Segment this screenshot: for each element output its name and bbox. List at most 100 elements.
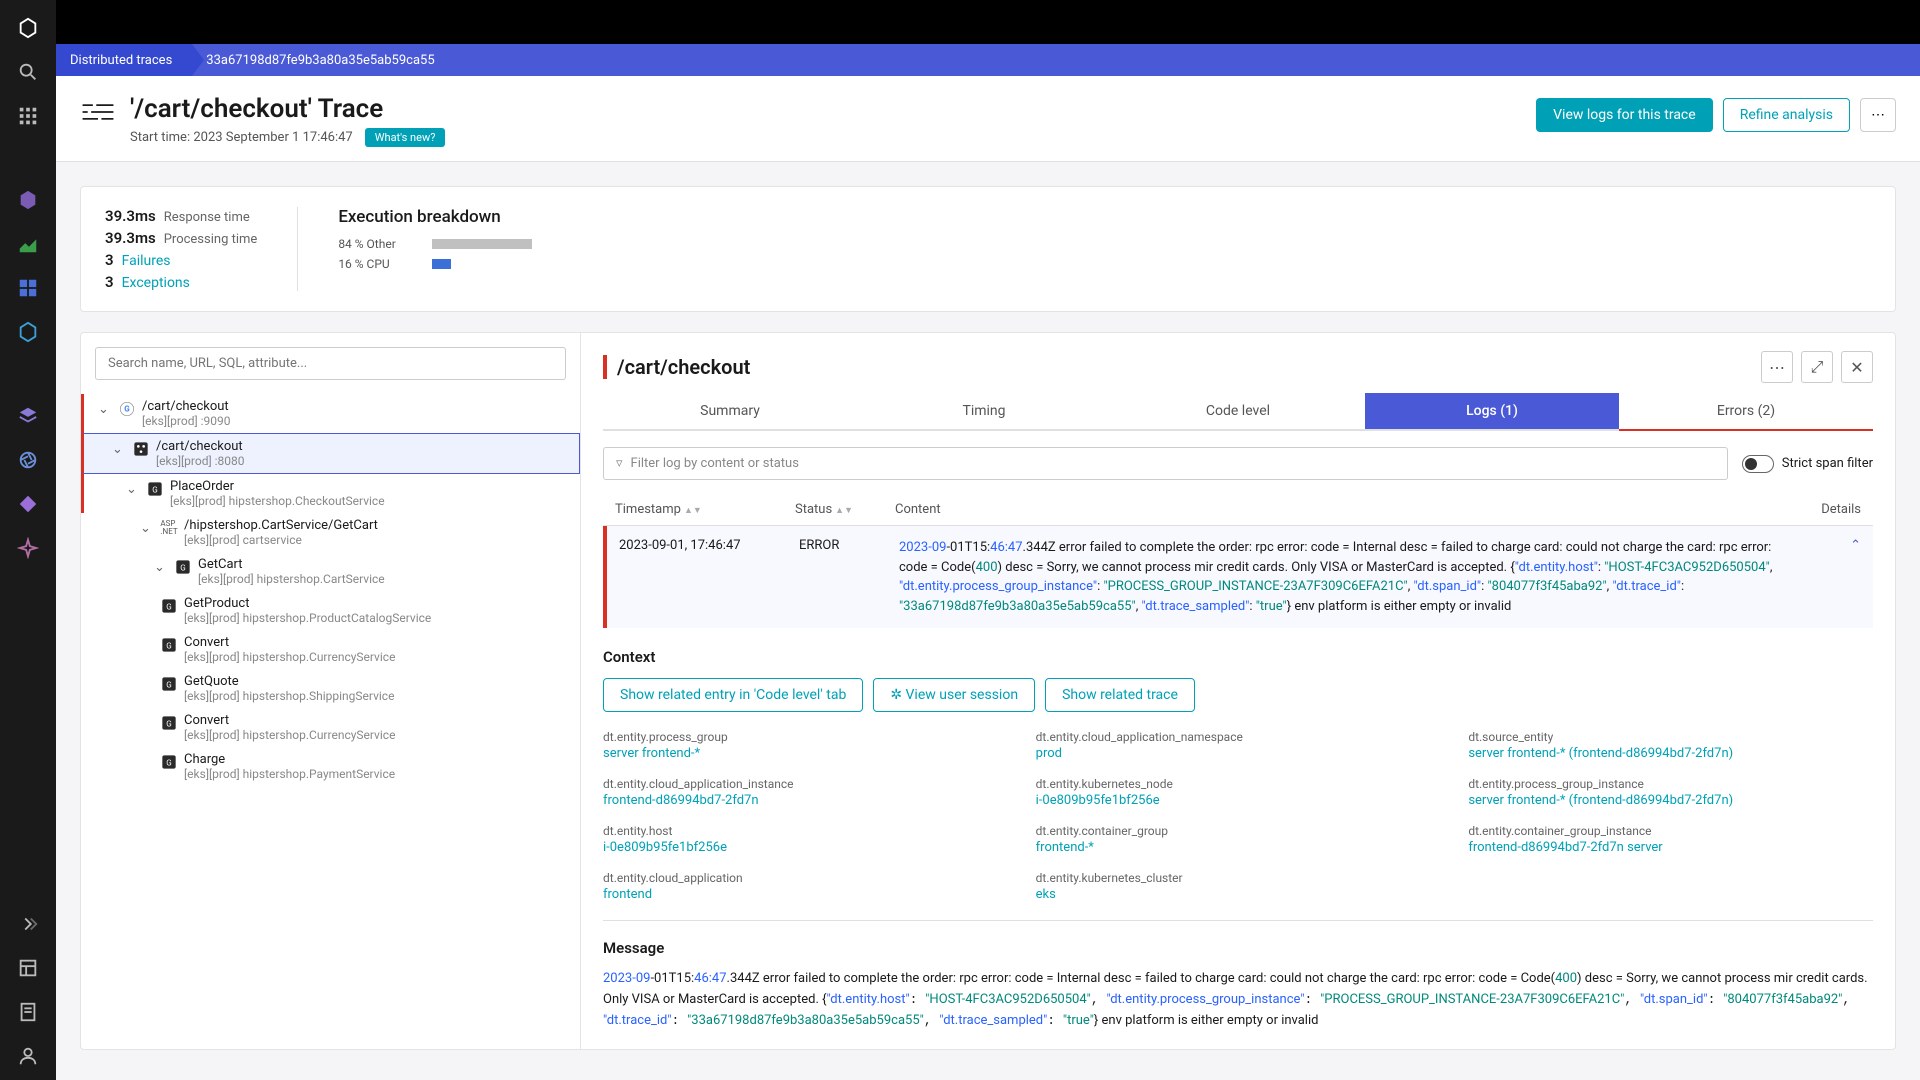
- tree-node[interactable]: GConvert[eks][prod] hipstershop.Currency…: [81, 630, 580, 669]
- nav-cube-icon[interactable]: [8, 180, 48, 220]
- nav-grid-icon[interactable]: [8, 268, 48, 308]
- breadcrumb-parent[interactable]: Distributed traces: [56, 44, 192, 76]
- message-title: Message: [603, 939, 1873, 957]
- breakdown-cpu-label: 16 % CPU: [338, 257, 418, 271]
- nav-diamond-icon[interactable]: [8, 484, 48, 524]
- span-type-icon: G: [146, 480, 164, 498]
- tab-summary[interactable]: Summary: [603, 393, 857, 429]
- context-item-value[interactable]: prod: [1036, 746, 1441, 761]
- chevron-down-icon[interactable]: ⌄: [112, 442, 126, 457]
- nav-layers-icon[interactable]: [8, 396, 48, 436]
- exceptions-count: 3: [105, 273, 114, 291]
- context-item-value[interactable]: server frontend-* (frontend-d86994bd7-2f…: [1468, 793, 1873, 808]
- span-subtitle: [eks][prod] :9090: [142, 414, 231, 428]
- apps-icon[interactable]: [8, 96, 48, 136]
- strict-span-label: Strict span filter: [1782, 456, 1873, 471]
- nav-dashboards-icon[interactable]: [8, 948, 48, 988]
- exceptions-link[interactable]: Exceptions: [122, 275, 190, 291]
- context-item-value[interactable]: frontend-*: [1036, 840, 1441, 855]
- tab-errors[interactable]: Errors (2): [1619, 393, 1873, 429]
- context-item-value[interactable]: frontend-d86994bd7-2fd7n server: [1468, 840, 1873, 855]
- tree-node[interactable]: GGetQuote[eks][prod] hipstershop.Shippin…: [81, 669, 580, 708]
- chevron-down-icon[interactable]: ⌄: [154, 560, 168, 575]
- tree-node[interactable]: GConvert[eks][prod] hipstershop.Currency…: [81, 708, 580, 747]
- nav-chart-icon[interactable]: [8, 224, 48, 264]
- context-item-value[interactable]: eks: [1036, 887, 1441, 902]
- view-logs-button[interactable]: View logs for this trace: [1536, 98, 1713, 132]
- context-item: dt.source_entityserver frontend-* (front…: [1468, 730, 1873, 761]
- context-item-value[interactable]: frontend: [603, 887, 1008, 902]
- nav-spark-icon[interactable]: [8, 528, 48, 568]
- refine-analysis-button[interactable]: Refine analysis: [1723, 98, 1850, 132]
- log-expand-icon[interactable]: ⌃: [1821, 538, 1861, 553]
- breakdown-other-label: 84 % Other: [338, 237, 418, 251]
- expand-sidebar-icon[interactable]: [8, 904, 48, 944]
- tab-timing[interactable]: Timing: [857, 393, 1111, 429]
- tree-node[interactable]: ⌄/cart/checkout[eks][prod] :8080: [81, 433, 580, 474]
- tree-node[interactable]: ⌄ASP.NET/hipstershop.CartService/GetCart…: [81, 513, 580, 552]
- whats-new-badge[interactable]: What's new?: [365, 128, 446, 147]
- response-time-value: 39.3ms: [105, 207, 156, 225]
- detail-close-button[interactable]: ✕: [1841, 351, 1873, 383]
- chevron-down-icon[interactable]: ⌄: [98, 402, 112, 417]
- summary-card: 39.3msResponse time 39.3msProcessing tim…: [80, 186, 1896, 312]
- detail-more-button[interactable]: ⋯: [1761, 351, 1793, 383]
- breakdown-cpu-bar: [432, 259, 451, 269]
- col-status[interactable]: Status▲▼: [795, 502, 875, 517]
- span-tree-pane: ⌄G/cart/checkout[eks][prod] :9090⌄/cart/…: [81, 333, 581, 1049]
- tab-logs[interactable]: Logs (1): [1365, 393, 1619, 429]
- breadcrumb-current[interactable]: 33a67198d87fe9b3a80a35e5ab59ca55: [192, 44, 454, 76]
- nav-hex-icon[interactable]: [8, 312, 48, 352]
- chevron-down-icon[interactable]: ⌄: [140, 521, 154, 536]
- response-time-label: Response time: [164, 210, 250, 225]
- log-content: 2023-09-01T15:46:47.344Z error failed to…: [899, 538, 1801, 616]
- log-timestamp: 2023-09-01, 17:46:47: [619, 538, 779, 553]
- span-title: PlaceOrder: [170, 479, 385, 494]
- tree-node[interactable]: ⌄GGetCart[eks][prod] hipstershop.CartSer…: [81, 552, 580, 591]
- tree-node[interactable]: GGetProduct[eks][prod] hipstershop.Produ…: [81, 591, 580, 630]
- context-item-value[interactable]: i-0e809b95fe1bf256e: [603, 840, 1008, 855]
- trace-detail-panes: ⌄G/cart/checkout[eks][prod] :9090⌄/cart/…: [80, 332, 1896, 1050]
- view-user-session-button[interactable]: ✲ View user session: [873, 678, 1035, 712]
- span-title: Convert: [184, 713, 395, 728]
- span-search-input[interactable]: [95, 347, 566, 380]
- tree-node[interactable]: GCharge[eks][prod] hipstershop.PaymentSe…: [81, 747, 580, 786]
- show-related-trace-button[interactable]: Show related trace: [1045, 678, 1195, 712]
- show-code-level-entry-button[interactable]: Show related entry in 'Code level' tab: [603, 678, 863, 712]
- context-item-label: dt.entity.kubernetes_cluster: [1036, 871, 1441, 885]
- log-row[interactable]: 2023-09-01, 17:46:47 ERROR 2023-09-01T15…: [603, 526, 1873, 628]
- context-item-value[interactable]: frontend-d86994bd7-2fd7n: [603, 793, 1008, 808]
- context-item: dt.entity.kubernetes_clustereks: [1036, 871, 1441, 902]
- context-item-value[interactable]: server frontend-* (frontend-d86994bd7-2f…: [1468, 746, 1873, 761]
- log-filter-input[interactable]: ▿ Filter log by content or status: [603, 447, 1728, 480]
- nav-reports-icon[interactable]: [8, 992, 48, 1032]
- nav-user-icon[interactable]: [8, 1036, 48, 1076]
- span-subtitle: [eks][prod] cartservice: [184, 533, 378, 547]
- tree-node[interactable]: ⌄G/cart/checkout[eks][prod] :9090: [81, 394, 580, 433]
- span-title: GetProduct: [184, 596, 431, 611]
- span-type-icon: G: [160, 714, 178, 732]
- span-type-icon: G: [160, 675, 178, 693]
- span-type-icon: ASP.NET: [160, 519, 178, 537]
- detail-tabs: Summary Timing Code level Logs (1) Error…: [603, 393, 1873, 431]
- context-item-value[interactable]: i-0e809b95fe1bf256e: [1036, 793, 1441, 808]
- nav-aperture-icon[interactable]: [8, 440, 48, 480]
- span-title: GetQuote: [184, 674, 394, 689]
- search-icon[interactable]: [8, 52, 48, 92]
- context-item-label: dt.entity.process_group: [603, 730, 1008, 744]
- span-subtitle: [eks][prod] hipstershop.CartService: [198, 572, 385, 586]
- logo-icon[interactable]: [8, 8, 48, 48]
- context-item-value[interactable]: server frontend-*: [603, 746, 1008, 761]
- context-item: dt.entity.cloud_application_namespacepro…: [1036, 730, 1441, 761]
- detail-expand-button[interactable]: ⤢: [1801, 351, 1833, 383]
- strict-span-toggle[interactable]: [1742, 455, 1774, 473]
- tab-code-level[interactable]: Code level: [1111, 393, 1365, 429]
- chevron-down-icon[interactable]: ⌄: [126, 482, 140, 497]
- tree-node[interactable]: ⌄GPlaceOrder[eks][prod] hipstershop.Chec…: [81, 474, 580, 513]
- col-timestamp[interactable]: Timestamp▲▼: [615, 502, 775, 517]
- more-actions-button[interactable]: ⋯: [1860, 98, 1896, 132]
- failures-link[interactable]: Failures: [122, 253, 171, 269]
- breakdown-other-bar: [432, 239, 532, 249]
- processing-time-label: Processing time: [164, 232, 258, 247]
- topbar: [56, 0, 1920, 44]
